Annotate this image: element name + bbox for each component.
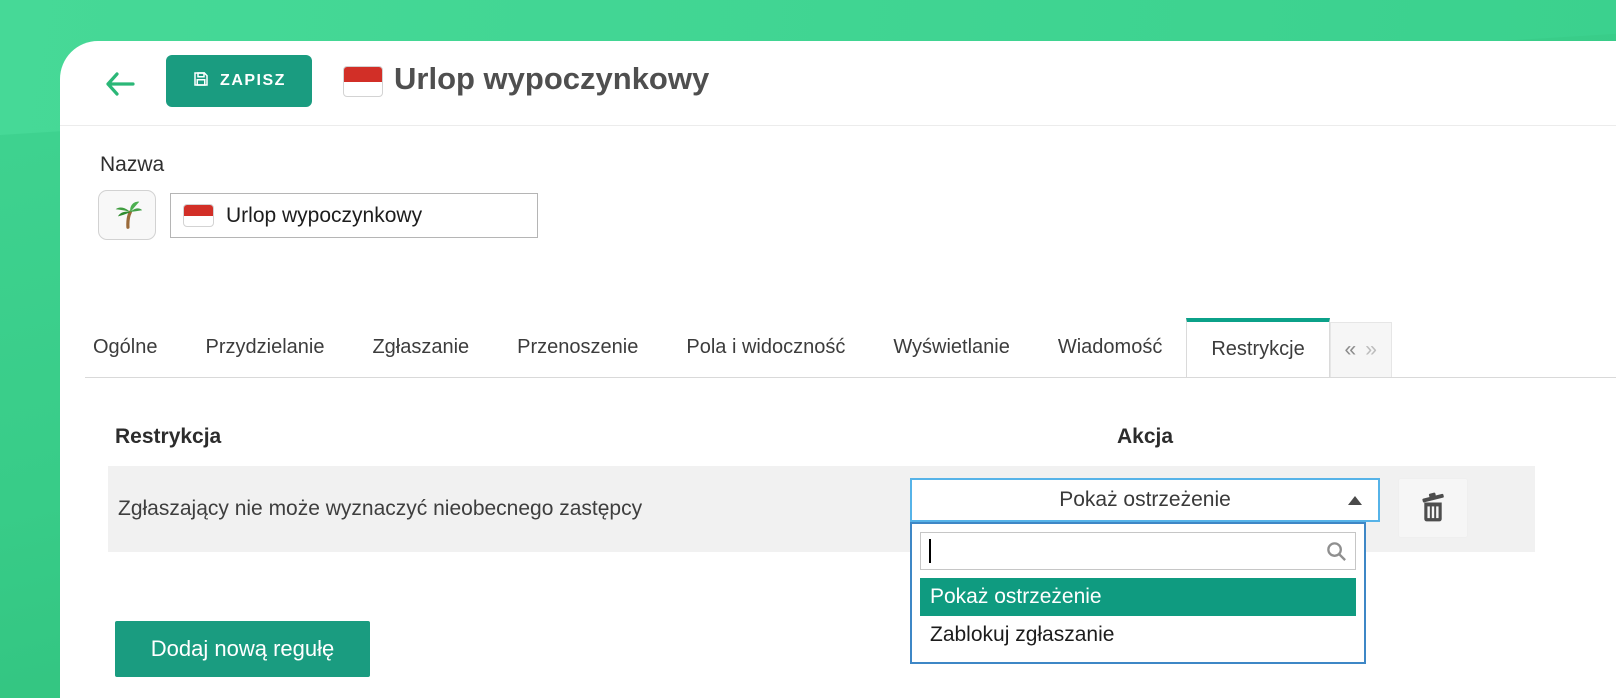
- dropdown-option-zablokuj-zglaszanie[interactable]: Zablokuj zgłaszanie: [920, 616, 1356, 654]
- back-button[interactable]: [100, 66, 140, 104]
- floppy-disk-icon: [192, 70, 210, 93]
- tab-ogolne[interactable]: Ogólne: [85, 318, 182, 377]
- name-input-field[interactable]: [224, 202, 525, 229]
- column-header-restriction: Restrykcja: [115, 425, 222, 448]
- tab-wyswietlanie[interactable]: Wyświetlanie: [869, 318, 1034, 377]
- tab-przenoszenie[interactable]: Przenoszenie: [493, 318, 662, 377]
- dropdown-search-input[interactable]: [921, 533, 1355, 569]
- dropdown-option-pokaz-ostrzezenie[interactable]: Pokaż ostrzeżenie: [920, 578, 1356, 616]
- dropdown-options: Pokaż ostrzeżenie Zablokuj zgłaszanie: [920, 578, 1356, 654]
- arrow-left-icon: [103, 69, 137, 102]
- action-select[interactable]: Pokaż ostrzeżenie: [910, 478, 1380, 522]
- tab-scroll-next-icon[interactable]: »: [1365, 338, 1377, 362]
- tab-scroll-prev-icon[interactable]: «: [1345, 338, 1357, 362]
- tab-przydzielanie[interactable]: Przydzielanie: [182, 318, 349, 377]
- magnifier-icon: [1325, 540, 1348, 568]
- tab-zglaszanie[interactable]: Zgłaszanie: [348, 318, 493, 377]
- tab-restrykcje[interactable]: Restrykcje: [1186, 318, 1330, 377]
- page-title: Urlop wypoczynkowy: [394, 61, 710, 96]
- add-rule-button[interactable]: Dodaj nową regułę: [115, 621, 370, 677]
- save-button[interactable]: ZAPISZ: [166, 55, 312, 107]
- poland-flag-icon: [183, 204, 214, 227]
- header-divider: [60, 125, 1616, 126]
- save-button-label: ZAPISZ: [220, 72, 286, 89]
- trash-icon: [1415, 489, 1451, 528]
- tab-scroll-buttons: « »: [1329, 322, 1392, 377]
- caret-up-icon: [1348, 496, 1362, 505]
- name-input[interactable]: [170, 193, 538, 238]
- emoji-picker-button[interactable]: [98, 190, 156, 240]
- tab-bar: Ogólne Przydzielanie Zgłaszanie Przenosz…: [85, 318, 1616, 378]
- column-header-action: Akcja: [1116, 425, 1174, 448]
- restriction-text: Zgłaszający nie może wyznaczyć nieobecne…: [118, 497, 643, 520]
- action-select-value: Pokaż ostrzeżenie: [1059, 488, 1231, 511]
- tab-wiadomosc[interactable]: Wiadomość: [1034, 318, 1186, 377]
- palm-tree-icon: [110, 197, 144, 234]
- poland-flag-icon: [343, 66, 383, 102]
- action-dropdown-panel: Pokaż ostrzeżenie Zablokuj zgłaszanie: [910, 522, 1366, 664]
- dropdown-search[interactable]: [920, 532, 1356, 570]
- text-cursor: [929, 539, 931, 563]
- delete-rule-button[interactable]: [1398, 478, 1468, 538]
- name-field-label: Nazwa: [100, 153, 165, 176]
- app-card: ZAPISZ Urlop wypoczynkowy Nazwa Urlop wy…: [60, 41, 1616, 698]
- screen: ZAPISZ Urlop wypoczynkowy Nazwa Urlop wy…: [0, 0, 1616, 698]
- tab-pola-i-widocznosc[interactable]: Pola i widoczność: [662, 318, 869, 377]
